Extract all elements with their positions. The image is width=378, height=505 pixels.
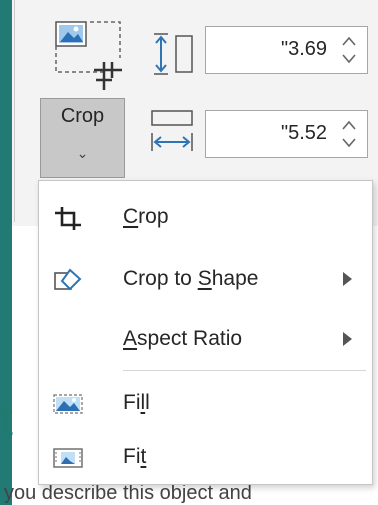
crop-to-shape-icon — [54, 268, 82, 291]
menu-item-aspect-ratio[interactable]: Aspect Ratio — [39, 313, 372, 367]
crop-icon — [55, 207, 81, 230]
shape-height-field[interactable]: "3.69 — [205, 26, 368, 74]
ribbon-group-separator — [14, 0, 15, 222]
spinner-arrows-icon[interactable] — [339, 117, 359, 151]
menu-item-fill[interactable]: Fill — [39, 377, 372, 431]
shape-width-icon — [151, 110, 193, 151]
document-text-fragment: you describe this object and — [4, 482, 252, 504]
crop-button-label: Crop — [60, 105, 105, 127]
shape-height-value: "3.69 — [280, 38, 327, 60]
crop-picture-icon — [55, 21, 122, 90]
shape-width-field[interactable]: "5.52 — [205, 110, 368, 158]
menu-item-fit[interactable]: Fit — [39, 431, 372, 485]
document-heading-fragment: t — [0, 393, 13, 445]
crop-button[interactable]: Crop ⌄ — [40, 98, 125, 178]
fit-icon — [53, 448, 83, 468]
menu-separator — [123, 370, 366, 371]
spinner-arrows-icon[interactable] — [339, 33, 359, 67]
crop-dropdown-menu: Crop Crop to Shape Aspect Ratio Fill Fit — [38, 180, 373, 485]
submenu-arrow-icon — [343, 272, 352, 286]
menu-item-crop-to-shape[interactable]: Crop to Shape — [39, 253, 372, 307]
shape-width-value: "5.52 — [280, 122, 327, 144]
chevron-down-icon: ⌄ — [76, 145, 89, 161]
menu-item-crop[interactable]: Crop — [39, 191, 372, 245]
fill-icon — [53, 394, 83, 414]
shape-height-icon — [154, 33, 193, 75]
submenu-arrow-icon — [343, 332, 352, 346]
